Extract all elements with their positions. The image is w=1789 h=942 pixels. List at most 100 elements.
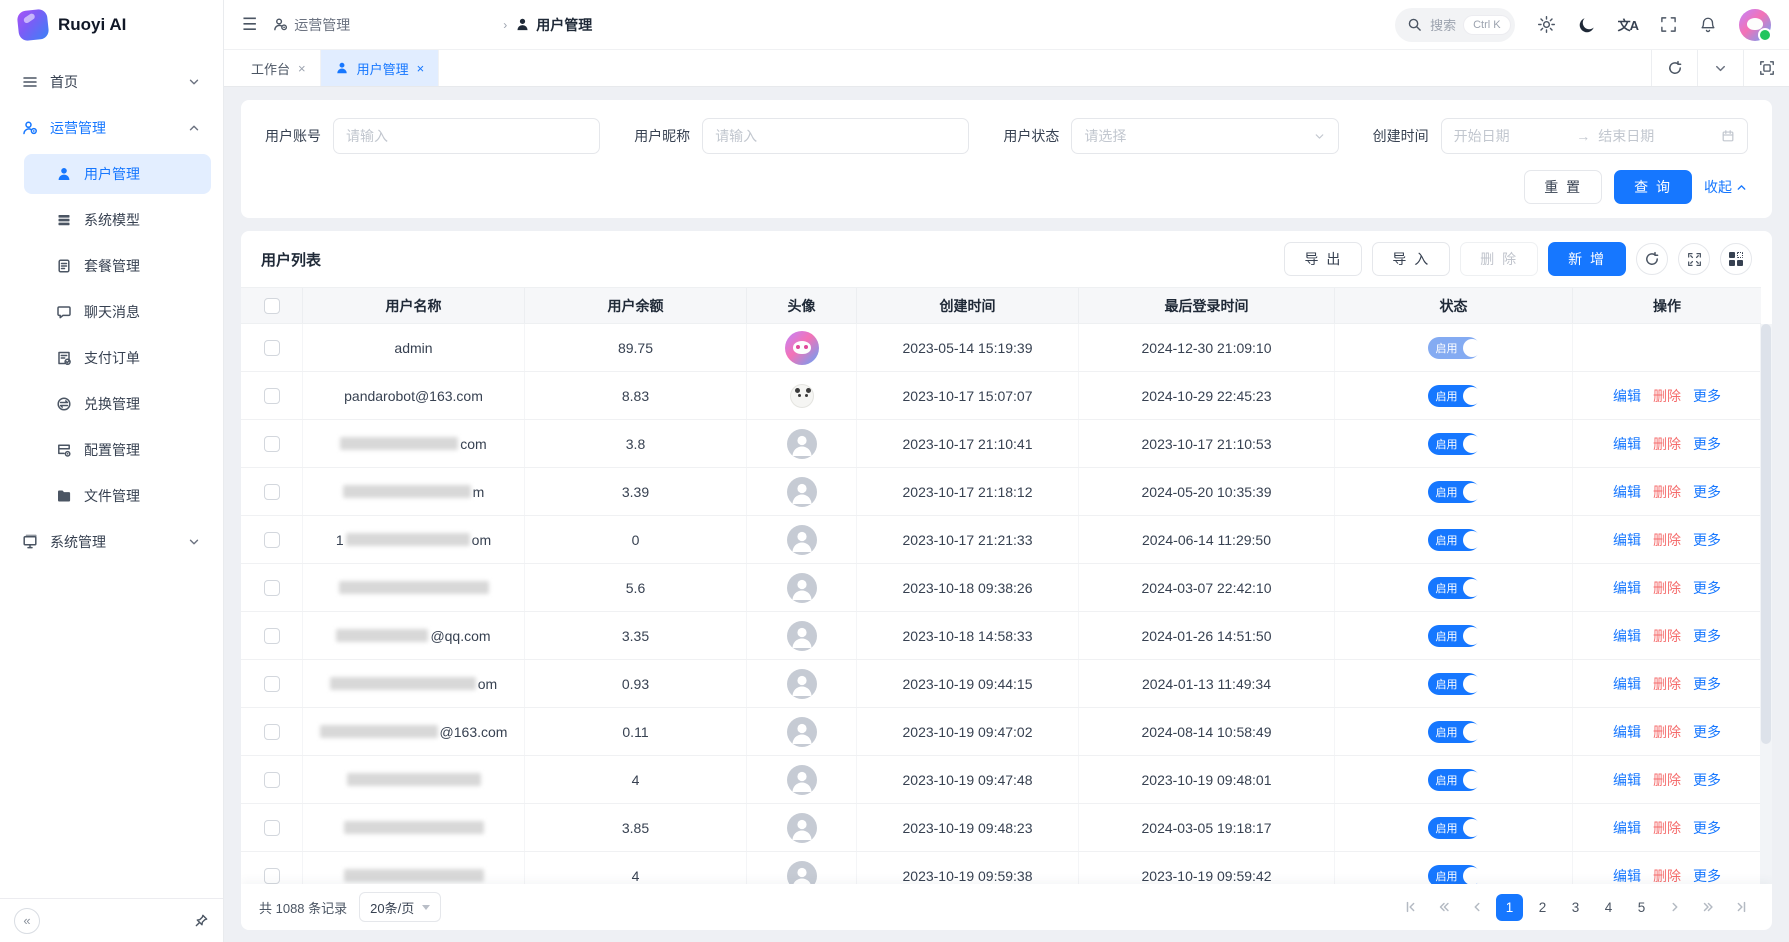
page-4[interactable]: 4	[1595, 894, 1622, 921]
row-checkbox[interactable]	[264, 724, 280, 740]
search-button[interactable]: 查 询	[1614, 170, 1692, 204]
status-toggle[interactable]: 启用	[1428, 769, 1480, 791]
row-checkbox[interactable]	[264, 436, 280, 452]
row-checkbox[interactable]	[264, 628, 280, 644]
pin-icon[interactable]	[194, 913, 209, 928]
status-toggle[interactable]: 启用	[1428, 625, 1480, 647]
row-checkbox[interactable]	[264, 868, 280, 884]
sidebar-group-系统管理[interactable]: 系统管理	[12, 522, 211, 562]
delete-link[interactable]: 删除	[1653, 866, 1681, 886]
more-link[interactable]: 更多	[1693, 722, 1721, 742]
more-link[interactable]: 更多	[1693, 434, 1721, 454]
delete-link[interactable]: 删除	[1653, 482, 1681, 502]
sidebar-collapse-button[interactable]: «	[14, 908, 40, 934]
more-link[interactable]: 更多	[1693, 578, 1721, 598]
more-link[interactable]: 更多	[1693, 866, 1721, 886]
page-size-select[interactable]: 20条/页	[359, 892, 441, 922]
breadcrumb-level1[interactable]: 运营管理	[273, 15, 495, 35]
filter-input-用户账号[interactable]: 请输入	[333, 118, 600, 154]
fullscreen-icon[interactable]	[1660, 16, 1677, 33]
first-page-icon[interactable]	[1397, 894, 1424, 921]
edit-link[interactable]: 编辑	[1613, 434, 1641, 454]
page-5[interactable]: 5	[1628, 894, 1655, 921]
select-all-checkbox[interactable]	[264, 298, 280, 314]
sidebar-group-运营管理[interactable]: 运营管理	[12, 108, 211, 148]
row-checkbox[interactable]	[264, 580, 280, 596]
edit-link[interactable]: 编辑	[1613, 866, 1641, 886]
row-checkbox[interactable]	[264, 676, 280, 692]
sidebar-item-系统模型[interactable]: 系统模型	[24, 200, 211, 240]
status-toggle[interactable]: 启用	[1428, 721, 1480, 743]
row-checkbox[interactable]	[264, 820, 280, 836]
tab-maximize-icon[interactable]	[1743, 50, 1789, 86]
status-toggle[interactable]: 启用	[1428, 385, 1480, 407]
edit-link[interactable]: 编辑	[1613, 818, 1641, 838]
status-toggle[interactable]: 启用	[1428, 481, 1480, 503]
status-toggle[interactable]: 启用	[1428, 433, 1480, 455]
status-toggle[interactable]: 启用	[1428, 529, 1480, 551]
tab-refresh-icon[interactable]	[1651, 50, 1697, 86]
filter-input-用户昵称[interactable]: 请输入	[702, 118, 969, 154]
next-page-icon[interactable]	[1661, 894, 1688, 921]
delete-link[interactable]: 删除	[1653, 722, 1681, 742]
table-scrollbar-thumb[interactable]	[1761, 324, 1771, 744]
edit-link[interactable]: 编辑	[1613, 770, 1641, 790]
sidebar-item-套餐管理[interactable]: 套餐管理	[24, 246, 211, 286]
collapse-filters-link[interactable]: 收起	[1704, 177, 1748, 197]
brand-logo[interactable]: Ruoyi AI	[0, 0, 223, 50]
sidebar-item-home[interactable]: 首页	[12, 62, 211, 102]
notifications-bell-icon[interactable]	[1699, 16, 1717, 34]
tab-menu-chevron-icon[interactable]	[1697, 50, 1743, 86]
dark-mode-moon-icon[interactable]	[1578, 16, 1596, 34]
sidebar-item-文件管理[interactable]: 文件管理	[24, 476, 211, 516]
add-button[interactable]: 新 增	[1548, 242, 1626, 276]
prev-5-pages-icon[interactable]	[1430, 894, 1457, 921]
delete-link[interactable]: 删除	[1653, 626, 1681, 646]
table-fullscreen-icon[interactable]	[1678, 243, 1710, 275]
refresh-icon[interactable]	[1636, 243, 1668, 275]
prev-page-icon[interactable]	[1463, 894, 1490, 921]
edit-link[interactable]: 编辑	[1613, 674, 1641, 694]
more-link[interactable]: 更多	[1693, 386, 1721, 406]
edit-link[interactable]: 编辑	[1613, 482, 1641, 502]
row-checkbox[interactable]	[264, 388, 280, 404]
delete-button[interactable]: 删 除	[1460, 242, 1538, 276]
sidebar-item-聊天消息[interactable]: 聊天消息	[24, 292, 211, 332]
next-5-pages-icon[interactable]	[1694, 894, 1721, 921]
edit-link[interactable]: 编辑	[1613, 530, 1641, 550]
delete-link[interactable]: 删除	[1653, 530, 1681, 550]
page-2[interactable]: 2	[1529, 894, 1556, 921]
more-link[interactable]: 更多	[1693, 482, 1721, 502]
page-1[interactable]: 1	[1496, 894, 1523, 921]
delete-link[interactable]: 删除	[1653, 386, 1681, 406]
more-link[interactable]: 更多	[1693, 530, 1721, 550]
status-toggle[interactable]: 启用	[1428, 673, 1480, 695]
status-toggle[interactable]: 启用	[1428, 577, 1480, 599]
sidebar-item-用户管理[interactable]: 用户管理	[24, 154, 211, 194]
column-settings-icon[interactable]	[1720, 243, 1752, 275]
delete-link[interactable]: 删除	[1653, 578, 1681, 598]
row-checkbox[interactable]	[264, 340, 280, 356]
row-checkbox[interactable]	[264, 532, 280, 548]
tab-用户管理[interactable]: 用户管理×	[321, 50, 440, 86]
delete-link[interactable]: 删除	[1653, 770, 1681, 790]
reset-button[interactable]: 重 置	[1524, 170, 1602, 204]
status-toggle[interactable]: 启用	[1428, 337, 1480, 359]
delete-link[interactable]: 删除	[1653, 434, 1681, 454]
tab-close-icon[interactable]: ×	[298, 61, 306, 76]
status-toggle[interactable]: 启用	[1428, 817, 1480, 839]
delete-link[interactable]: 删除	[1653, 674, 1681, 694]
tab-工作台[interactable]: 工作台×	[237, 50, 321, 86]
tab-close-icon[interactable]: ×	[417, 61, 425, 76]
edit-link[interactable]: 编辑	[1613, 386, 1641, 406]
export-button[interactable]: 导 出	[1284, 242, 1362, 276]
more-link[interactable]: 更多	[1693, 674, 1721, 694]
sidebar-item-支付订单[interactable]: 支付订单	[24, 338, 211, 378]
translate-icon[interactable]: 文A	[1618, 15, 1638, 34]
filter-select-用户状态[interactable]: 请选择	[1071, 118, 1338, 154]
edit-link[interactable]: 编辑	[1613, 578, 1641, 598]
import-button[interactable]: 导 入	[1372, 242, 1450, 276]
sidebar-item-兑换管理[interactable]: 兑换管理	[24, 384, 211, 424]
settings-gear-icon[interactable]	[1537, 15, 1556, 34]
more-link[interactable]: 更多	[1693, 626, 1721, 646]
